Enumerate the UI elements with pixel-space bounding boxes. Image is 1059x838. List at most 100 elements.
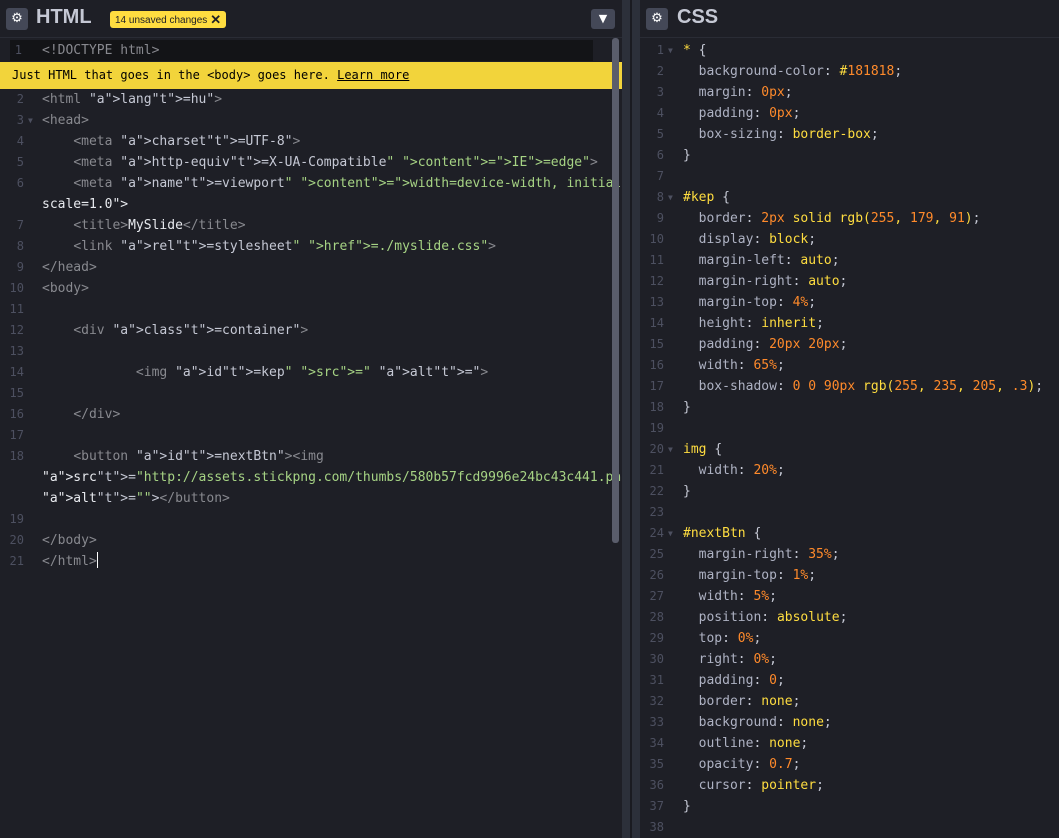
learn-more-link[interactable]: Learn more: [337, 68, 409, 82]
fold-arrow-icon[interactable]: ▼: [668, 439, 673, 460]
code-line[interactable]: 21 width: 20%;: [640, 460, 1059, 481]
line-number: 31: [649, 673, 664, 687]
code-line[interactable]: "a">alt"t">=""></button>: [0, 488, 622, 509]
code-text: * {: [683, 43, 707, 58]
code-line[interactable]: 9 </head>: [0, 257, 622, 278]
code-line[interactable]: 5 box-sizing: border-box;: [640, 124, 1059, 145]
unsaved-changes-badge[interactable]: 14 unsaved changes ✕: [110, 11, 227, 28]
html-collapse-button[interactable]: ▼: [591, 9, 615, 29]
fold-arrow-icon[interactable]: ▼: [668, 40, 673, 61]
code-line[interactable]: 8 <link "a">rel"t">=stylesheet" ">href">…: [0, 236, 622, 257]
code-line[interactable]: 17: [0, 425, 622, 446]
code-text: #kep {: [683, 190, 730, 205]
code-line[interactable]: 19: [0, 509, 622, 530]
close-icon[interactable]: ✕: [210, 12, 221, 27]
code-text: width: 5%;: [698, 589, 777, 604]
code-line[interactable]: 9 border: 2px solid rgb(255, 179, 91);: [640, 208, 1059, 229]
code-line[interactable]: 35 opacity: 0.7;: [640, 754, 1059, 775]
code-line[interactable]: 19: [640, 418, 1059, 439]
code-text: top: 0%;: [698, 631, 762, 646]
code-line[interactable]: 4 <meta "a">charset"t">=UTF-8">: [0, 131, 622, 152]
html-scrollbar[interactable]: [612, 38, 619, 543]
code-line[interactable]: 11: [0, 299, 622, 320]
code-text: }: [683, 400, 691, 415]
code-line[interactable]: 25 margin-right: 35%;: [640, 544, 1059, 565]
code-line[interactable]: 8 ▼ #kep {: [640, 187, 1059, 208]
code-line[interactable]: "a">src"t">="http://assets.stickpng.com/…: [0, 467, 622, 488]
code-line[interactable]: 22}: [640, 481, 1059, 502]
code-line[interactable]: 18 <button "a">id"t">=nextBtn"><img: [0, 446, 622, 467]
code-line[interactable]: 30 right: 0%;: [640, 649, 1059, 670]
code-line[interactable]: 10 <body>: [0, 278, 622, 299]
code-line[interactable]: 13 margin-top: 4%;: [640, 292, 1059, 313]
html-settings-button[interactable]: ⚙: [6, 8, 28, 30]
code-line[interactable]: 26 margin-top: 1%;: [640, 565, 1059, 586]
line-number: 19: [649, 421, 664, 435]
line-number: 37: [649, 799, 664, 813]
css-settings-button[interactable]: ⚙: [646, 8, 668, 30]
code-text: height: inherit;: [698, 316, 824, 331]
fold-arrow-icon[interactable]: ▼: [668, 523, 673, 544]
code-line[interactable]: 34 outline: none;: [640, 733, 1059, 754]
code-line[interactable]: 15: [0, 383, 622, 404]
code-line[interactable]: 21 </html>: [0, 551, 622, 572]
line-number: 5: [16, 155, 24, 169]
code-line[interactable]: 2 <html "a">lang"t">=hu">: [0, 89, 622, 110]
code-line[interactable]: 2 background-color: #181818;: [640, 61, 1059, 82]
code-line[interactable]: 7: [640, 166, 1059, 187]
gear-icon: ⚙: [651, 11, 663, 26]
code-line[interactable]: 11 margin-left: auto;: [640, 250, 1059, 271]
code-line[interactable]: 14 <img "a">id"t">=kep" ">src">=" "a">al…: [0, 362, 622, 383]
code-line[interactable]: 5 <meta "a">http-equiv"t">=X-UA-Compatib…: [0, 152, 622, 173]
html-code-editor[interactable]: 2 <html "a">lang"t">=hu"> 3 ▼ <head> 4 <meta …: [0, 89, 622, 572]
code-text: right: 0%;: [698, 652, 777, 667]
code-line[interactable]: 20 </body>: [0, 530, 622, 551]
code-text: <meta "a">http-equiv"t">=X-UA-Compatible…: [73, 155, 598, 170]
code-line[interactable]: scale=1.0">: [0, 194, 622, 215]
code-line[interactable]: 7 <title>MySlide</title>: [0, 215, 622, 236]
code-line[interactable]: 10 display: block;: [640, 229, 1059, 250]
code-line[interactable]: 28 position: absolute;: [640, 607, 1059, 628]
code-line[interactable]: 14 height: inherit;: [640, 313, 1059, 334]
code-line[interactable]: 29 top: 0%;: [640, 628, 1059, 649]
code-text: padding: 0px;: [698, 106, 801, 121]
code-line[interactable]: 15 padding: 20px 20px;: [640, 334, 1059, 355]
code-line[interactable]: 6 <meta "a">name"t">=viewport" ">content…: [0, 173, 622, 194]
code-line[interactable]: 24 ▼ #nextBtn {: [640, 523, 1059, 544]
fold-arrow-icon[interactable]: ▼: [28, 110, 33, 131]
code-line[interactable]: 20 ▼ img {: [640, 439, 1059, 460]
code-line[interactable]: 32 border: none;: [640, 691, 1059, 712]
code-line[interactable]: 18}: [640, 397, 1059, 418]
code-text: <title>MySlide</title>: [73, 218, 246, 233]
line-number: 26: [649, 568, 664, 582]
html-code-line-1[interactable]: 1 <!DOCTYPE html>: [10, 40, 593, 61]
code-line[interactable]: 1 ▼ * {: [640, 40, 1059, 61]
code-line[interactable]: 12 margin-right: auto;: [640, 271, 1059, 292]
code-line[interactable]: 37}: [640, 796, 1059, 817]
line-number: 15: [9, 386, 24, 400]
css-code-editor[interactable]: 1 ▼ * {2 background-color: #181818; 3 margi…: [640, 40, 1059, 838]
line-number: 12: [9, 323, 24, 337]
code-line[interactable]: 31 padding: 0;: [640, 670, 1059, 691]
code-line[interactable]: 3 margin: 0px;: [640, 82, 1059, 103]
code-line[interactable]: 17 box-shadow: 0 0 90px rgb(255, 235, 20…: [640, 376, 1059, 397]
line-number: 12: [649, 274, 664, 288]
code-line[interactable]: 16 </div>: [0, 404, 622, 425]
code-line[interactable]: 23: [640, 502, 1059, 523]
code-line[interactable]: 38: [640, 817, 1059, 838]
code-line[interactable]: 4 padding: 0px;: [640, 103, 1059, 124]
code-line[interactable]: 16 width: 65%;: [640, 355, 1059, 376]
fold-arrow-icon[interactable]: ▼: [668, 187, 673, 208]
code-line[interactable]: 27 width: 5%;: [640, 586, 1059, 607]
code-line[interactable]: 36 cursor: pointer;: [640, 775, 1059, 796]
html-pane-header: ⚙ HTML 14 unsaved changes ✕ ▼: [0, 0, 622, 38]
code-line[interactable]: 3 ▼ <head>: [0, 110, 622, 131]
code-line[interactable]: 12 <div "a">class"t">=container">: [0, 320, 622, 341]
pane-resize-divider[interactable]: [622, 0, 640, 838]
line-number: 14: [649, 316, 664, 330]
code-line[interactable]: 6}: [640, 145, 1059, 166]
code-line[interactable]: 33 background: none;: [640, 712, 1059, 733]
code-text: #nextBtn {: [683, 526, 762, 541]
code-text: margin-top: 1%;: [698, 568, 817, 583]
code-line[interactable]: 13: [0, 341, 622, 362]
